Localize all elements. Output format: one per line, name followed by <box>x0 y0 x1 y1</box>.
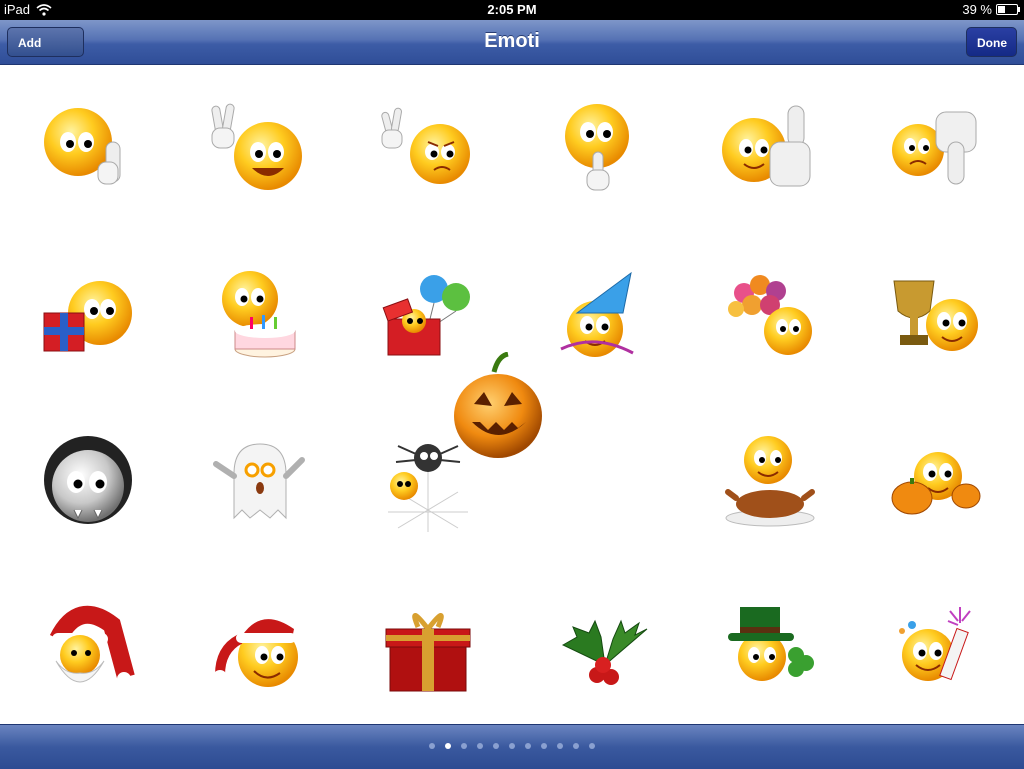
peace-frown-smiley[interactable] <box>378 102 478 202</box>
page-dot[interactable] <box>509 743 515 749</box>
santa-emoticon[interactable] <box>38 599 138 699</box>
page-dot[interactable] <box>525 743 531 749</box>
shush-smiley[interactable] <box>555 102 655 202</box>
ghost-emoticon[interactable] <box>210 432 310 532</box>
page-dot-active[interactable] <box>445 743 451 749</box>
thumbs-down-smiley[interactable] <box>888 102 988 202</box>
bottom-toolbar <box>0 724 1024 769</box>
done-button[interactable]: Done <box>966 27 1017 57</box>
gift-smiley[interactable] <box>38 269 138 369</box>
page-dot[interactable] <box>557 743 563 749</box>
emoticon-grid <box>0 64 1024 724</box>
peace-sign-smiley[interactable] <box>210 102 310 202</box>
page-dot[interactable] <box>429 743 435 749</box>
thumbs-up-smiley[interactable] <box>722 102 822 202</box>
page-dot[interactable] <box>589 743 595 749</box>
pumpkins-smiley[interactable] <box>888 432 988 532</box>
birthday-cake-smiley[interactable] <box>210 269 310 369</box>
santa-hat-smiley[interactable] <box>210 599 310 699</box>
navigation-bar: Add Page Emoti Done <box>0 20 1024 80</box>
page-dot[interactable] <box>461 743 467 749</box>
trophy-smiley[interactable] <box>888 269 988 369</box>
fireworks-smiley[interactable] <box>888 599 988 699</box>
page-dot[interactable] <box>477 743 483 749</box>
flower-bouquet-smiley[interactable] <box>722 269 822 369</box>
fingers-crossed-smiley[interactable] <box>38 102 138 202</box>
page-dot[interactable] <box>541 743 547 749</box>
page-dot[interactable] <box>573 743 579 749</box>
status-bar: iPad 2:05 PM 39 % <box>0 0 1024 20</box>
vampire-smiley[interactable] <box>38 432 138 532</box>
red-gift-box-emoticon[interactable] <box>378 599 478 699</box>
page-title: Emoti <box>484 30 540 52</box>
roast-turkey-smiley[interactable] <box>722 432 822 532</box>
battery-percent: 39 % <box>962 2 992 17</box>
page-dot[interactable] <box>493 743 499 749</box>
party-hat-smiley[interactable] <box>555 269 655 369</box>
jack-o-lantern-emoticon[interactable] <box>450 352 550 458</box>
page-indicator[interactable] <box>0 743 1024 749</box>
leprechaun-smiley[interactable] <box>722 599 822 699</box>
status-time: 2:05 PM <box>487 2 537 17</box>
holly-emoticon[interactable] <box>555 599 655 699</box>
battery-icon <box>996 4 1020 15</box>
